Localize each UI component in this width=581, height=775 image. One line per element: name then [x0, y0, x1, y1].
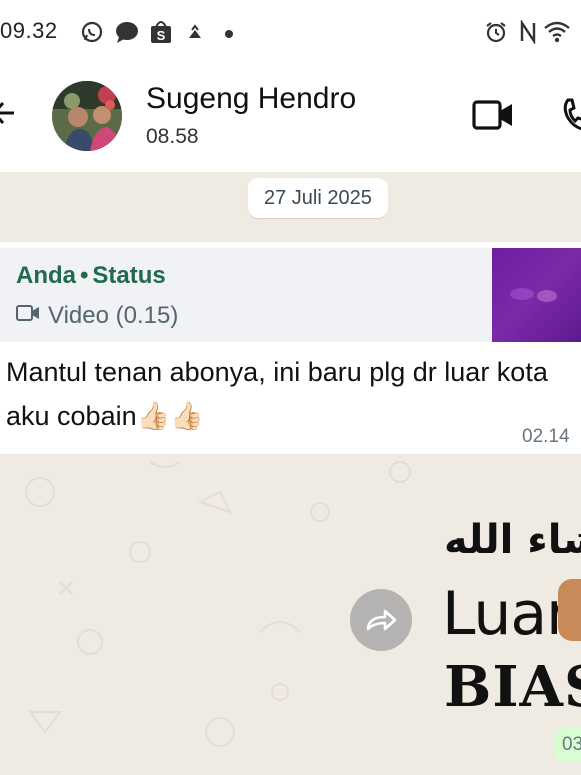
quote-separator: • — [80, 262, 89, 289]
gallery-icon — [186, 20, 204, 47]
quote-author: Anda — [16, 262, 76, 289]
video-call-icon[interactable] — [472, 99, 514, 136]
whatsapp-icon — [80, 20, 104, 49]
forward-button[interactable] — [350, 589, 412, 651]
sticker-arabic-text: ما شاء الله — [444, 517, 581, 563]
sticker-line1: Luar — [442, 579, 571, 649]
contact-name[interactable]: Sugeng Hendro — [146, 82, 356, 116]
back-arrow-icon[interactable] — [0, 98, 16, 128]
chat-area[interactable]: 27 Juli 2025 Anda • Status Video (0.15) Ma… — [0, 172, 581, 775]
quote-title: Anda • Status — [16, 262, 166, 290]
video-icon — [16, 302, 48, 330]
quoted-status[interactable]: Anda • Status Video (0.15) — [0, 248, 581, 342]
status-bar: 09.32 S — [0, 0, 581, 62]
wifi-icon — [544, 20, 570, 49]
sticker-time: 03 — [554, 728, 581, 762]
sticker-line2: BIAS — [444, 654, 581, 720]
quote-media-label: Video (0.15) — [48, 302, 179, 329]
date-chip: 27 Juli 2025 — [248, 178, 388, 218]
chat-header: Sugeng Hendro 08.58 — [0, 62, 581, 172]
shopee-icon: S — [150, 20, 172, 49]
dot-icon — [224, 26, 234, 44]
quote-media: Video (0.15) — [16, 302, 178, 330]
alarm-icon — [484, 20, 508, 49]
forward-icon — [366, 609, 397, 631]
thumbs-up-icon — [558, 579, 581, 641]
chat-bubble-icon — [114, 20, 140, 49]
phone-call-icon[interactable] — [562, 96, 581, 137]
avatar[interactable] — [52, 81, 122, 151]
svg-text:S: S — [157, 28, 166, 43]
message-text: Mantul tenan abonya, ini baru plg dr lua… — [6, 357, 548, 431]
last-seen: 08.58 — [146, 125, 199, 148]
message-time: 02.14 — [522, 426, 570, 447]
quote-source: Status — [92, 262, 166, 289]
sticker-message[interactable]: ما شاء الله Luar BIAS — [440, 507, 581, 727]
status-thumbnail[interactable] — [492, 248, 581, 342]
status-time: 09.32 — [0, 18, 58, 43]
nfc-icon — [518, 19, 538, 49]
message-bubble[interactable]: Anda • Status Video (0.15) Mantul tenan ab… — [0, 242, 581, 454]
